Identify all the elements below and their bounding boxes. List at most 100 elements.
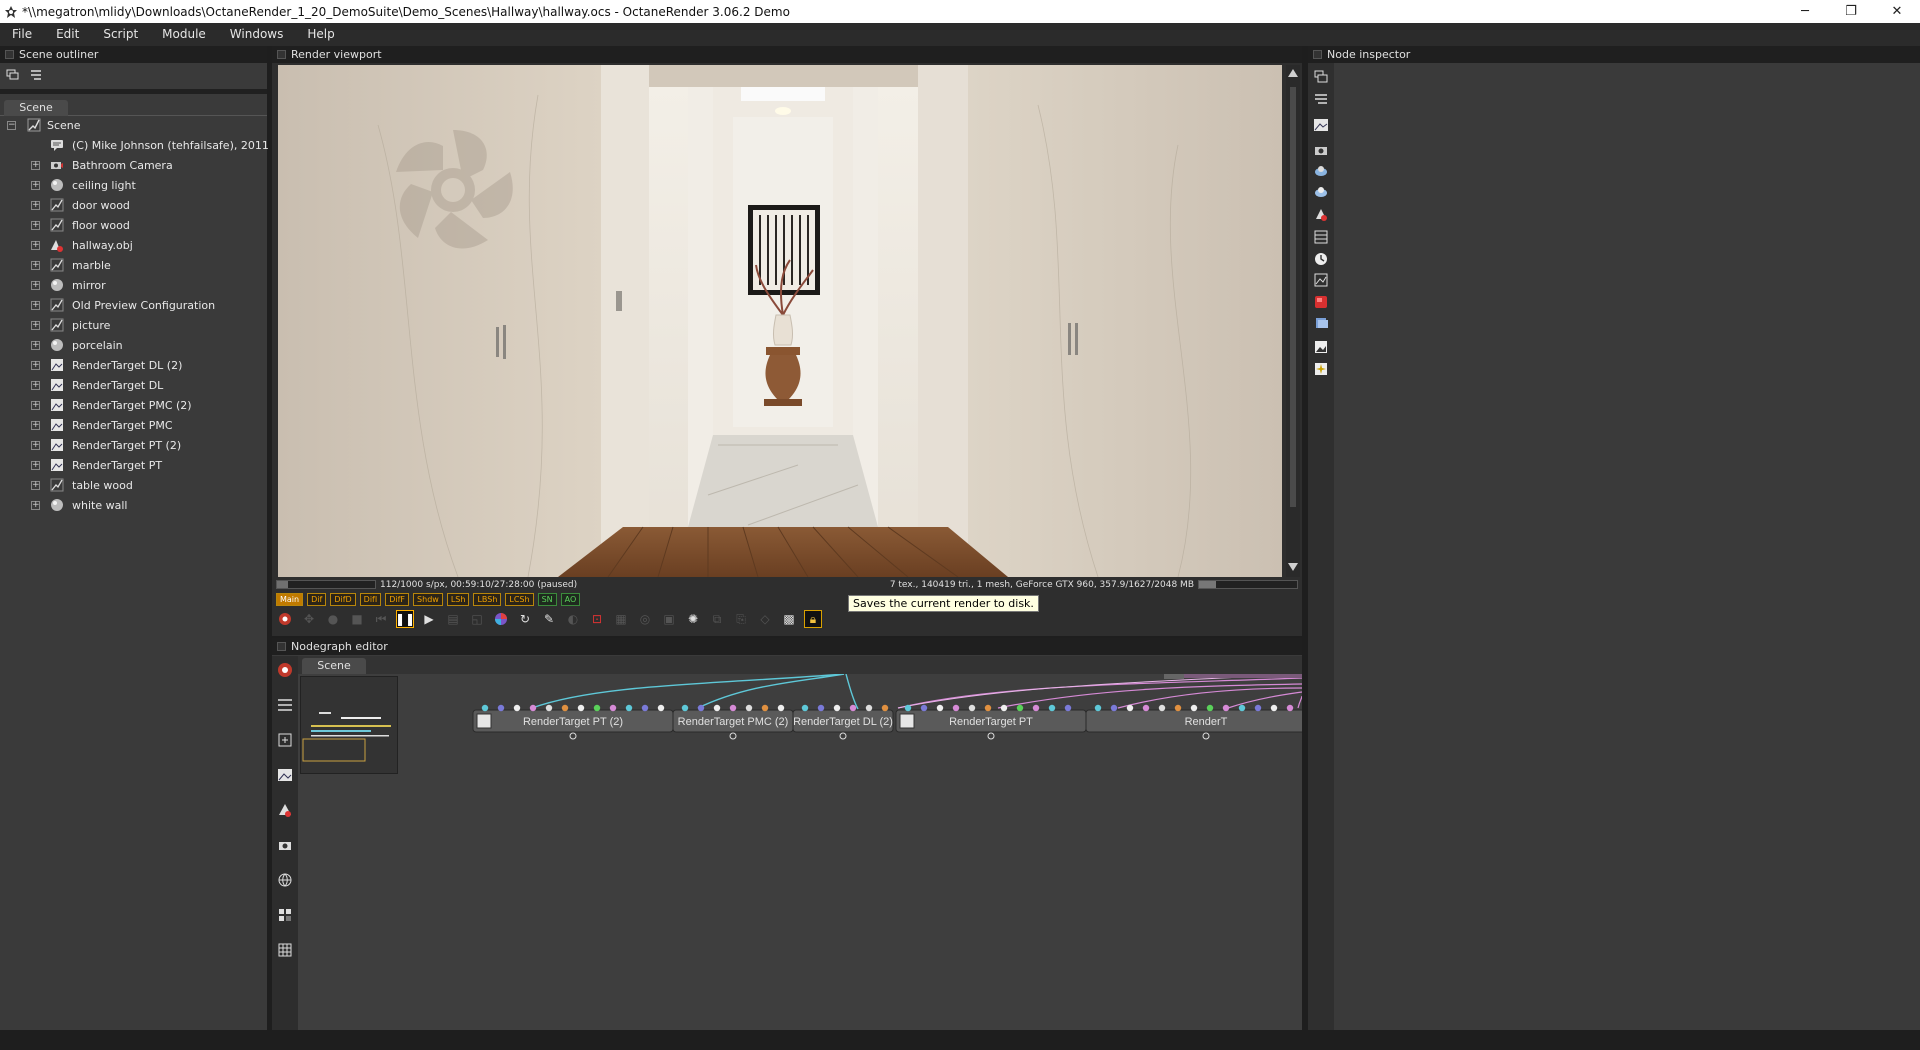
pause-render-button[interactable]: ❚❚ [395, 610, 415, 628]
tree-item[interactable]: + hallway.obj [0, 235, 267, 255]
input-pin[interactable] [1016, 704, 1024, 712]
scrollbar-thumb[interactable] [1290, 87, 1296, 507]
input-pin[interactable] [545, 704, 553, 712]
render-target-icon[interactable] [1313, 117, 1329, 133]
expand-icon[interactable]: + [31, 480, 40, 490]
input-pin[interactable] [1190, 704, 1198, 712]
input-pin[interactable] [729, 704, 737, 712]
clay-mode-icon[interactable]: ◐ [564, 610, 582, 628]
tree-root-scene[interactable]: − Scene [0, 115, 267, 135]
input-pin[interactable] [497, 704, 505, 712]
tree-item[interactable]: + RenderTarget DL (2) [0, 355, 267, 375]
save-render-icon[interactable]: ▩ [780, 610, 798, 628]
render-pass-button[interactable]: LCSh [505, 593, 534, 606]
light-icon[interactable] [1313, 361, 1329, 377]
input-pin[interactable] [761, 704, 769, 712]
tree-item[interactable]: + RenderTarget PT (2) [0, 435, 267, 455]
menu-help[interactable]: Help [295, 23, 346, 46]
input-pin[interactable] [641, 704, 649, 712]
expand-icon[interactable]: + [31, 320, 40, 330]
input-pin[interactable] [1142, 704, 1150, 712]
imager-icon[interactable] [1313, 272, 1329, 288]
postprocess-icon[interactable] [1313, 294, 1329, 310]
input-pin[interactable] [1286, 704, 1294, 712]
image-icon[interactable] [1313, 339, 1329, 355]
camera-icon[interactable] [1313, 142, 1329, 158]
input-pin[interactable] [713, 704, 721, 712]
input-pin[interactable] [1000, 704, 1008, 712]
menu-file[interactable]: File [0, 23, 44, 46]
input-pin[interactable] [904, 704, 912, 712]
input-pin[interactable] [609, 704, 617, 712]
expand-icon[interactable]: + [31, 420, 40, 430]
pick-focus-icon[interactable]: ✥ [300, 610, 318, 628]
input-pin[interactable] [801, 704, 809, 712]
tree-item[interactable]: + RenderTarget DL [0, 375, 267, 395]
input-pin[interactable] [881, 704, 889, 712]
kernel-icon[interactable] [1313, 315, 1329, 331]
panel-pin-icon[interactable] [5, 50, 14, 59]
input-pin[interactable] [1158, 704, 1166, 712]
scroll-up-icon[interactable] [1288, 69, 1298, 77]
octane-logo-icon[interactable] [276, 610, 294, 628]
render-pass-button[interactable]: LSh [446, 593, 470, 606]
render-pass-button[interactable]: LBSh [473, 593, 502, 606]
realtime-mode-icon[interactable]: ▤ [444, 610, 462, 628]
menu-module[interactable]: Module [150, 23, 218, 46]
render-target-node[interactable]: RenderTarget PT [895, 704, 1087, 740]
color-picker-icon[interactable] [492, 610, 510, 628]
viewport-vertical-scrollbar[interactable] [1286, 65, 1300, 577]
tree-item[interactable]: + white wall [0, 495, 267, 515]
expand-icon[interactable]: + [31, 380, 40, 390]
expand-icon[interactable]: + [31, 360, 40, 370]
input-pin[interactable] [952, 704, 960, 712]
render-target-node[interactable]: RenderTarget PT (2) [472, 704, 674, 740]
render-pass-button[interactable]: DifF [385, 593, 410, 606]
expand-icon[interactable]: + [31, 180, 40, 190]
collapse-all-icon[interactable] [1313, 91, 1329, 107]
input-pin[interactable] [1032, 704, 1040, 712]
input-pin[interactable] [968, 704, 976, 712]
visible-environment-icon[interactable] [1313, 184, 1329, 200]
input-pin[interactable] [657, 704, 665, 712]
subsampling-icon[interactable]: ⊡ [588, 610, 606, 628]
output-pin[interactable] [569, 732, 577, 740]
input-pin[interactable] [1238, 704, 1246, 712]
input-pin[interactable] [1094, 704, 1102, 712]
render-target-node[interactable]: RenderTarget PMC (2) [672, 704, 794, 740]
render-pass-button[interactable]: Dif [307, 593, 327, 606]
tree-item[interactable]: + table wood [0, 475, 267, 495]
expand-icon[interactable]: + [31, 400, 40, 410]
input-pin[interactable] [1110, 704, 1118, 712]
tree-item[interactable]: + RenderTarget PT [0, 455, 267, 475]
nodegraph-canvas[interactable]: Scene RenderTarget PT (2) RenderTarget P… [298, 656, 1302, 1030]
input-pin[interactable] [849, 704, 857, 712]
tree-item[interactable]: + RenderTarget PMC [0, 415, 267, 435]
input-pin[interactable] [777, 704, 785, 712]
tree-item[interactable]: + marble [0, 255, 267, 275]
menu-script[interactable]: Script [91, 23, 150, 46]
expand-all-icon[interactable] [1313, 69, 1329, 85]
animation-icon[interactable] [1313, 251, 1329, 267]
render-target-node[interactable]: RenderTarget DL (2) [792, 704, 894, 740]
input-pin[interactable] [681, 704, 689, 712]
output-pin[interactable] [729, 732, 737, 740]
viewport-lock-icon[interactable]: ▣ [660, 610, 678, 628]
tree-item[interactable]: + Old Preview Configuration [0, 295, 267, 315]
render-target-node[interactable]: RenderT [1085, 704, 1302, 740]
input-pin[interactable] [1222, 704, 1230, 712]
zoom-fit-icon[interactable]: ◎ [636, 610, 654, 628]
expand-icon[interactable]: + [31, 440, 40, 450]
restore-button[interactable]: ❐ [1828, 0, 1874, 23]
camera-node-icon[interactable] [276, 836, 294, 854]
expand-icon[interactable]: + [31, 160, 40, 170]
render-pass-button[interactable]: SN [537, 593, 557, 606]
input-pin[interactable] [513, 704, 521, 712]
render-pass-button[interactable]: DifI [359, 593, 382, 606]
input-pin[interactable] [577, 704, 585, 712]
expand-icon[interactable]: + [31, 280, 40, 290]
environment-icon[interactable] [1313, 163, 1329, 179]
tree-item[interactable]: (C) Mike Johnson (tehfailsafe), 2011 [0, 135, 269, 155]
export-passes-icon[interactable]: ⎘ [732, 610, 750, 628]
input-pin[interactable] [1064, 704, 1072, 712]
